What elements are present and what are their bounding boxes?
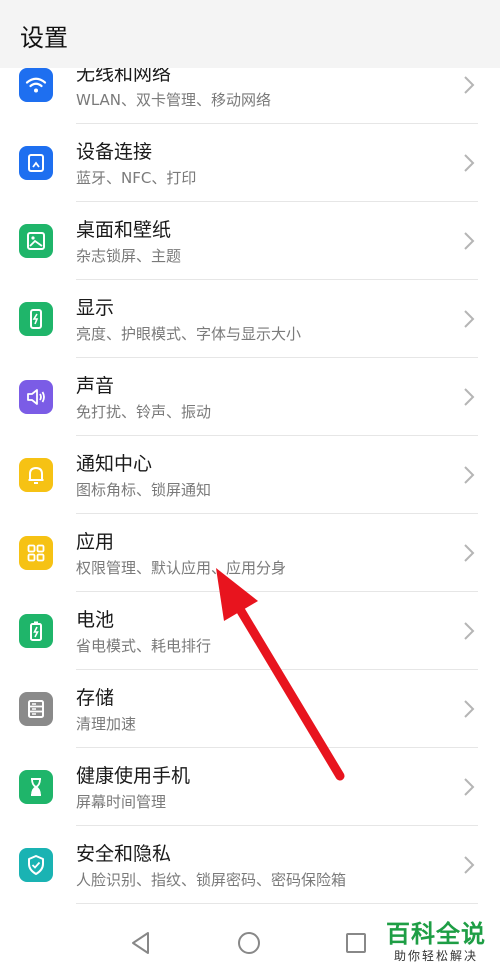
shield-icon (19, 848, 53, 882)
settings-item-apps[interactable]: 应用 权限管理、默认应用、应用分身 (0, 514, 500, 592)
watermark-logo: 百科全说 助你轻松解决 (386, 920, 486, 964)
settings-item-sound[interactable]: 声音 免打扰、铃声、振动 (0, 358, 500, 436)
wallpaper-icon (19, 224, 53, 258)
hourglass-icon (19, 770, 53, 804)
settings-item-storage[interactable]: 存储 清理加速 (0, 670, 500, 748)
settings-item-digital-health[interactable]: 健康使用手机 屏幕时间管理 (0, 748, 500, 826)
chevron-right-icon (464, 310, 475, 328)
wifi-icon (19, 68, 53, 102)
home-circle-icon[interactable] (236, 930, 262, 956)
chevron-right-icon (464, 544, 475, 562)
battery-icon (19, 614, 53, 648)
item-subtitle: 屏幕时间管理 (76, 793, 167, 811)
settings-item-desktop-wallpaper[interactable]: 桌面和壁纸 杂志锁屏、主题 (0, 202, 500, 280)
storage-icon (19, 692, 53, 726)
back-triangle-icon[interactable] (128, 930, 154, 956)
recent-apps-square-icon[interactable] (343, 930, 369, 956)
item-title: 桌面和壁纸 (76, 219, 172, 241)
settings-item-notification-center[interactable]: 通知中心 图标角标、锁屏通知 (0, 436, 500, 514)
page-header: 设置 (0, 0, 500, 68)
item-title: 声音 (76, 375, 115, 397)
chevron-right-icon (464, 76, 475, 94)
item-subtitle: 免打扰、铃声、振动 (76, 403, 212, 421)
settings-item-device-connection[interactable]: 设备连接 蓝牙、NFC、打印 (0, 124, 500, 202)
chevron-right-icon (464, 778, 475, 796)
item-title: 存储 (76, 687, 115, 709)
chevron-right-icon (464, 154, 475, 172)
settings-item-battery[interactable]: 电池 省电模式、耗电排行 (0, 592, 500, 670)
item-subtitle: 省电模式、耗电排行 (76, 637, 212, 655)
item-title: 通知中心 (76, 453, 153, 475)
item-subtitle: 杂志锁屏、主题 (76, 247, 182, 265)
settings-item-security-privacy[interactable]: 安全和隐私 人脸识别、指纹、锁屏密码、密码保险箱 (0, 826, 500, 904)
speaker-icon (19, 380, 53, 414)
item-title: 安全和隐私 (76, 843, 172, 865)
item-subtitle: 权限管理、默认应用、应用分身 (76, 559, 287, 577)
item-title: 显示 (76, 297, 115, 319)
item-subtitle: 人脸识别、指纹、锁屏密码、密码保险箱 (76, 871, 347, 889)
watermark-slogan: 助你轻松解决 (393, 949, 478, 963)
item-subtitle: 清理加速 (76, 715, 137, 733)
item-title: 电池 (76, 609, 115, 631)
divider (76, 903, 478, 904)
chevron-right-icon (464, 232, 475, 250)
settings-item-display[interactable]: 显示 亮度、护眼模式、字体与显示大小 (0, 280, 500, 358)
item-title: 健康使用手机 (76, 765, 191, 787)
chevron-right-icon (464, 622, 475, 640)
watermark-title: 百科全说 (386, 920, 486, 948)
chevron-right-icon (464, 700, 475, 718)
bell-icon (19, 458, 53, 492)
page-title: 设置 (20, 24, 68, 52)
item-title: 应用 (76, 531, 115, 553)
item-subtitle: 蓝牙、NFC、打印 (76, 169, 197, 187)
chevron-right-icon (464, 466, 475, 484)
chevron-right-icon (464, 388, 475, 406)
item-subtitle: 亮度、护眼模式、字体与显示大小 (76, 325, 302, 343)
display-icon (19, 302, 53, 336)
apps-grid-icon (19, 536, 53, 570)
settings-list: 无线和网络 WLAN、双卡管理、移动网络 设备连接 蓝牙、NFC、打印 桌面和壁… (0, 46, 500, 904)
item-title: 设备连接 (76, 141, 153, 163)
device-connection-icon (19, 146, 53, 180)
item-subtitle: WLAN、双卡管理、移动网络 (76, 91, 272, 109)
chevron-right-icon (464, 856, 475, 874)
item-subtitle: 图标角标、锁屏通知 (76, 481, 212, 499)
